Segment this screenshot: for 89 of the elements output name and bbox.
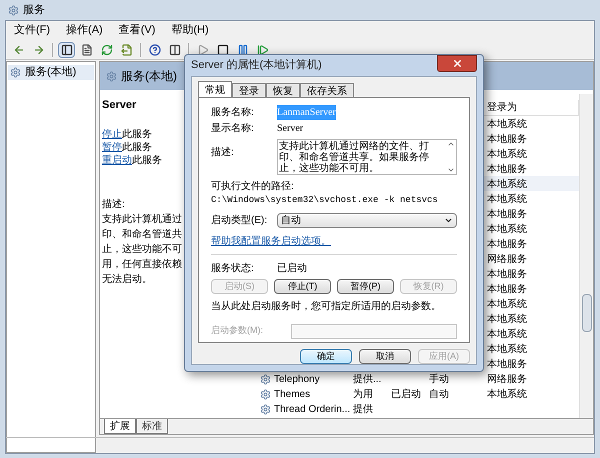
description-box[interactable]: 支持此计算机通过网络的文件、打印、和命名管道共享。如果服务停止，这些功能不可用。 xyxy=(277,139,457,175)
table-cell: 提供 xyxy=(353,404,373,415)
path-value: C:\Windows\system32\svchost.exe -k netsvcs xyxy=(211,194,439,207)
service-row[interactable]: Thread Orderin... 提供 xyxy=(258,401,579,416)
table-cell: 本地系统 xyxy=(487,224,527,235)
table-cell: 网络服务 xyxy=(487,374,527,385)
forward-icon xyxy=(32,44,44,56)
menu-item[interactable]: 文件(F) xyxy=(14,22,50,39)
table-cell: 为用 xyxy=(353,389,373,400)
dialog-title: Server 的属性(本地计算机) xyxy=(191,58,322,74)
field-label: 服务状态: xyxy=(211,262,255,276)
close-button[interactable] xyxy=(437,55,477,72)
action-link[interactable]: 暂停 xyxy=(102,142,122,152)
parameters-field[interactable] xyxy=(291,324,457,338)
gear-icon xyxy=(260,374,271,385)
columns-icon xyxy=(168,44,180,56)
description-label: 描述: xyxy=(102,198,125,212)
table-cell-text: Telephony xyxy=(274,372,320,387)
dialog-tab[interactable]: 常规 xyxy=(198,81,232,97)
dialog-tab[interactable]: 恢复 xyxy=(266,83,300,97)
view-tab[interactable]: 标准 xyxy=(136,419,168,434)
gear-icon xyxy=(10,67,21,78)
startup-type-dropdown[interactable]: 自动 xyxy=(277,212,457,228)
description-text: 止，这些功能不可 xyxy=(102,242,182,256)
description-text: 无法启动。 xyxy=(102,272,152,286)
dialog-tab[interactable]: 登录 xyxy=(232,83,266,97)
table-cell: 本地系统 xyxy=(487,314,527,325)
action-link[interactable]: 重启动 xyxy=(102,154,132,166)
gear-icon xyxy=(260,404,271,415)
path-label: 可执行文件的路径: xyxy=(211,180,295,194)
help-icon xyxy=(148,44,160,56)
action-sentence: 暂停此服务 xyxy=(102,140,153,154)
action-link[interactable]: 停止 xyxy=(102,128,122,140)
hint-text: 当从此处启动服务时，您可指定所适用的启动参数。 xyxy=(211,300,442,314)
table-cell-text: Thread Orderin... xyxy=(274,402,350,417)
service-row[interactable]: Themes 为用 已启动 自动 本地系统 xyxy=(258,386,579,401)
table-cell: 网络服务 xyxy=(487,254,527,265)
back-icon xyxy=(12,44,24,56)
field-label: 启动参数(M): xyxy=(211,324,264,338)
help-link[interactable]: 帮助我配置服务启动选项。 xyxy=(211,234,331,248)
tree-item-label: 服务(本地) xyxy=(25,65,76,80)
display-name-value: Server xyxy=(277,122,304,136)
table-cell: 自动 xyxy=(429,389,449,400)
document-icon xyxy=(80,44,92,56)
field-label: 显示名称: xyxy=(211,122,255,136)
table-cell: 手动 xyxy=(429,374,449,385)
export-icon xyxy=(120,44,132,56)
close-icon xyxy=(452,58,462,69)
pause-icon xyxy=(236,44,248,56)
field-label: 描述: xyxy=(211,146,235,160)
service-control-button[interactable]: 暂停(P) xyxy=(337,278,394,294)
field-label: 服务名称: xyxy=(211,106,255,120)
table-cell: 本地系统 xyxy=(487,179,527,190)
action-sentence: 重启动此服务 xyxy=(102,154,162,166)
description-text: 印、和命名管道共 xyxy=(102,228,182,242)
scroll-down-icon xyxy=(447,166,455,174)
description-text: 用，任何直接依赖 xyxy=(102,258,182,272)
gear-icon xyxy=(8,4,19,16)
table-cell: 提供... xyxy=(353,374,382,385)
dialog-button[interactable]: 取消 xyxy=(359,349,411,364)
gear-icon xyxy=(260,388,271,400)
service-control-button[interactable]: 停止(T) xyxy=(274,278,331,294)
table-cell-text: Themes xyxy=(274,388,310,402)
menu-item[interactable]: 帮助(H) xyxy=(171,22,209,39)
dialog-button[interactable]: 确定 xyxy=(300,349,352,364)
toolbar-button[interactable] xyxy=(58,42,75,58)
menu-item[interactable]: 查看(V) xyxy=(118,22,156,39)
view-tab[interactable]: 扩展 xyxy=(104,419,136,434)
pane-title: 服务(本地) xyxy=(121,68,177,85)
tree-item[interactable]: 服务(本地) xyxy=(8,65,94,80)
service-status-value: 已启动 xyxy=(277,262,307,276)
description-text: 支持此计算机通过 xyxy=(102,212,182,226)
menu-item[interactable]: 操作(A) xyxy=(66,22,103,39)
step-forward-icon xyxy=(256,44,268,56)
description-text: 支持此计算机通过网络的文件、打印、和命名管道共享。如果服务停止，这些功能不可用。 xyxy=(278,140,430,174)
gear-icon xyxy=(106,70,117,82)
field-label: 启动类型(E): xyxy=(211,214,268,228)
panel-icon xyxy=(60,44,72,56)
play-icon xyxy=(196,44,208,56)
dialog-tab[interactable]: 依存关系 xyxy=(300,83,354,97)
refresh-icon xyxy=(100,44,112,56)
service-name: Server xyxy=(102,98,136,113)
table-cell: 已启动 xyxy=(391,389,421,400)
scroll-up-icon xyxy=(447,140,455,148)
action-sentence: 停止此服务 xyxy=(102,128,153,140)
service-row[interactable]: Telephony 提供... 手动 网络服务 xyxy=(258,371,579,386)
scrollbar[interactable] xyxy=(579,94,593,418)
table-cell: 本地系统 xyxy=(487,389,527,400)
window-title: 服务 xyxy=(23,2,45,18)
